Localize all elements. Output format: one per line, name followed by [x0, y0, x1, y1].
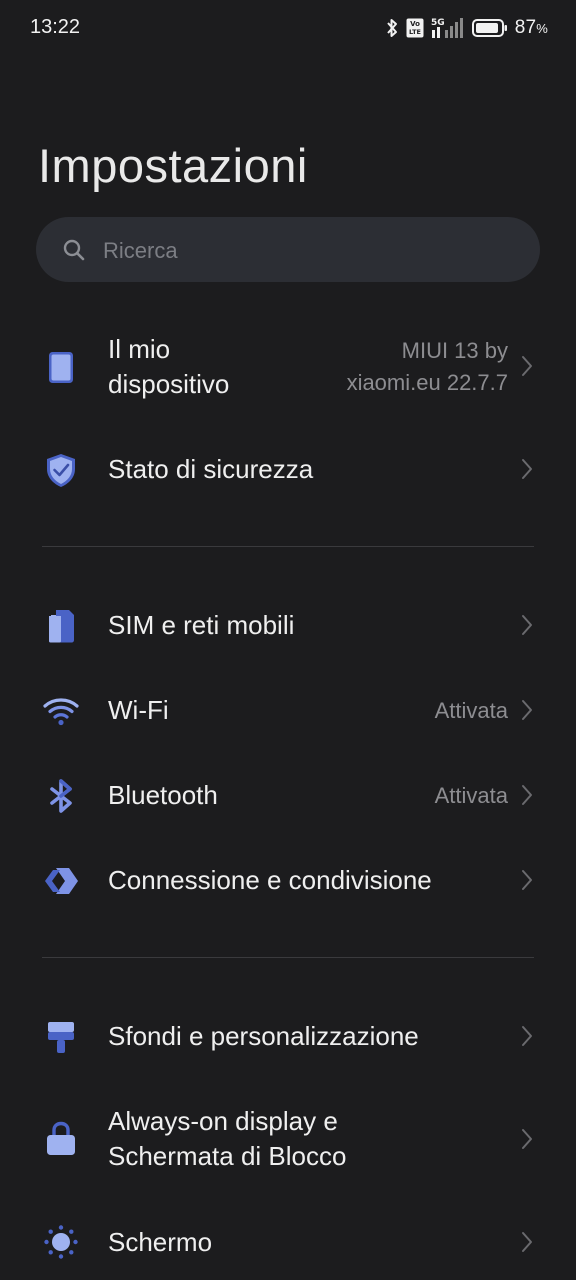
- chevron-right-icon: [522, 356, 532, 376]
- chevron-right-icon: [522, 785, 532, 805]
- sim-card-icon: [49, 610, 74, 643]
- brightness-icon: [44, 1225, 78, 1259]
- bluetooth-icon: [50, 779, 72, 813]
- settings-item-label: Schermo: [108, 1227, 213, 1257]
- chevron-right-icon: [522, 1129, 532, 1149]
- status-icons: Vo LTE 5G 87%: [385, 14, 548, 42]
- lock-icon: [47, 1121, 75, 1155]
- chevron-right-icon: [522, 459, 532, 479]
- chevron-right-icon: [522, 700, 532, 720]
- bluetooth-status-icon: [386, 19, 397, 37]
- signal-5g-icon: 5G: [431, 18, 463, 38]
- settings-item-value: Attivata: [434, 783, 508, 808]
- svg-text:Vo: Vo: [410, 20, 420, 28]
- battery-icon: [471, 19, 507, 37]
- share-connection-icon: [45, 868, 78, 894]
- volte-icon: Vo LTE: [406, 18, 424, 38]
- chevron-right-icon: [522, 615, 532, 635]
- section-divider: [42, 546, 534, 547]
- search-icon: [63, 239, 85, 261]
- status-time: 13:22: [30, 16, 81, 38]
- search-bar[interactable]: [36, 217, 540, 284]
- page-title: Impostazioni: [38, 139, 308, 192]
- settings-item-label: Connessione e condivisione: [108, 865, 432, 895]
- settings-item-sim[interactable]: SIM e reti mobili: [0, 596, 576, 656]
- settings-item-wifi[interactable]: Wi-Fi Attivata: [0, 681, 576, 741]
- network-type-text: 5G: [431, 18, 445, 28]
- chevron-right-icon: [522, 1232, 532, 1252]
- settings-item-security-status[interactable]: Stato di sicurezza: [0, 440, 576, 500]
- search-input[interactable]: [101, 217, 525, 284]
- shield-check-icon: [47, 454, 75, 487]
- settings-item-label: Sfondi e personalizzazione: [108, 1021, 419, 1051]
- settings-item-label: SIM e reti mobili: [108, 610, 295, 640]
- settings-item-value: MIUI 13 by xiaomi.eu 22.7.7: [346, 338, 508, 395]
- settings-item-my-device[interactable]: Il mio dispositivo MIUI 13 by xiaomi.eu …: [0, 330, 576, 420]
- settings-item-label: Bluetooth: [108, 780, 218, 810]
- settings-item-display[interactable]: Schermo: [0, 1213, 576, 1273]
- paint-roller-icon: [48, 1022, 74, 1053]
- svg-text:LTE: LTE: [409, 28, 421, 36]
- chevron-right-icon: [522, 1026, 532, 1046]
- settings-item-wallpaper[interactable]: Sfondi e personalizzazione: [0, 1007, 576, 1067]
- settings-item-label: Always-on display e Schermata di Blocco: [108, 1106, 347, 1171]
- settings-item-always-on-display[interactable]: Always-on display e Schermata di Blocco: [0, 1102, 576, 1178]
- settings-item-label: Stato di sicurezza: [108, 454, 314, 484]
- chevron-right-icon: [522, 870, 532, 890]
- settings-item-label: Il mio dispositivo: [108, 334, 230, 399]
- settings-item-value: Attivata: [434, 698, 508, 723]
- battery-percent: 87%: [514, 17, 548, 38]
- section-divider: [42, 957, 534, 958]
- settings-item-bluetooth[interactable]: Bluetooth Attivata: [0, 766, 576, 826]
- wifi-icon: [43, 698, 79, 726]
- settings-item-connection-sharing[interactable]: Connessione e condivisione: [0, 851, 576, 911]
- device-icon: [49, 352, 73, 383]
- settings-item-label: Wi-Fi: [108, 695, 169, 725]
- status-bar: 13:22 Vo LTE 5G 87%: [0, 0, 576, 56]
